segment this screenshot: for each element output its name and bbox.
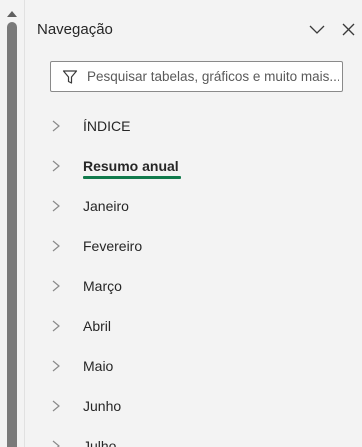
search-box[interactable] (50, 61, 343, 92)
tree-item-marco[interactable]: Março (24, 266, 362, 306)
tree-item-label: Maio (83, 358, 114, 374)
tree-item-indice[interactable]: ÍNDICE (24, 106, 362, 146)
tree-item-fevereiro[interactable]: Fevereiro (24, 226, 362, 266)
active-item-indicator (83, 176, 181, 179)
tree-item-label: Abril (83, 318, 112, 334)
chevron-right-icon[interactable] (50, 199, 62, 213)
filter-icon (62, 70, 78, 84)
chevron-right-icon[interactable] (50, 319, 62, 333)
chevron-right-icon[interactable] (50, 159, 62, 173)
tree-item-label: Junho (83, 398, 122, 414)
tree-item-resumo-anual[interactable]: Resumo anual (24, 146, 362, 186)
scroll-up-arrow-icon[interactable] (7, 11, 17, 17)
close-icon (342, 23, 355, 36)
tree-item-label: Fevereiro (83, 238, 143, 254)
chevron-right-icon[interactable] (50, 239, 62, 253)
chevron-right-icon[interactable] (50, 119, 62, 133)
chevron-right-icon[interactable] (50, 359, 62, 373)
chevron-right-icon[interactable] (50, 279, 62, 293)
navigation-tree: ÍNDICE Resumo anual Janeiro Fevereiro Ma… (24, 106, 362, 447)
chevron-right-icon[interactable] (50, 399, 62, 413)
chevron-down-icon (309, 25, 325, 34)
tree-item-maio[interactable]: Maio (24, 346, 362, 386)
chevron-right-icon[interactable] (50, 439, 62, 447)
search-input[interactable] (87, 63, 339, 90)
tree-item-julho[interactable]: Julho (24, 426, 362, 447)
pane-title: Navegação (37, 21, 113, 38)
tree-item-label: Janeiro (83, 198, 129, 214)
tree-item-label: Março (83, 278, 122, 294)
scrollbar-thumb[interactable] (7, 22, 17, 447)
pane-options-button[interactable] (307, 20, 327, 40)
tree-item-label: Julho (83, 438, 117, 447)
close-pane-button[interactable] (339, 20, 359, 40)
navigation-pane: Navegação ÍNDICE Resumo anual (0, 0, 362, 447)
tree-item-junho[interactable]: Junho (24, 386, 362, 426)
tree-item-label: Resumo anual (83, 158, 179, 174)
tree-item-label: ÍNDICE (83, 118, 131, 134)
vertical-scrollbar[interactable] (0, 0, 24, 447)
tree-item-abril[interactable]: Abril (24, 306, 362, 346)
tree-item-janeiro[interactable]: Janeiro (24, 186, 362, 226)
